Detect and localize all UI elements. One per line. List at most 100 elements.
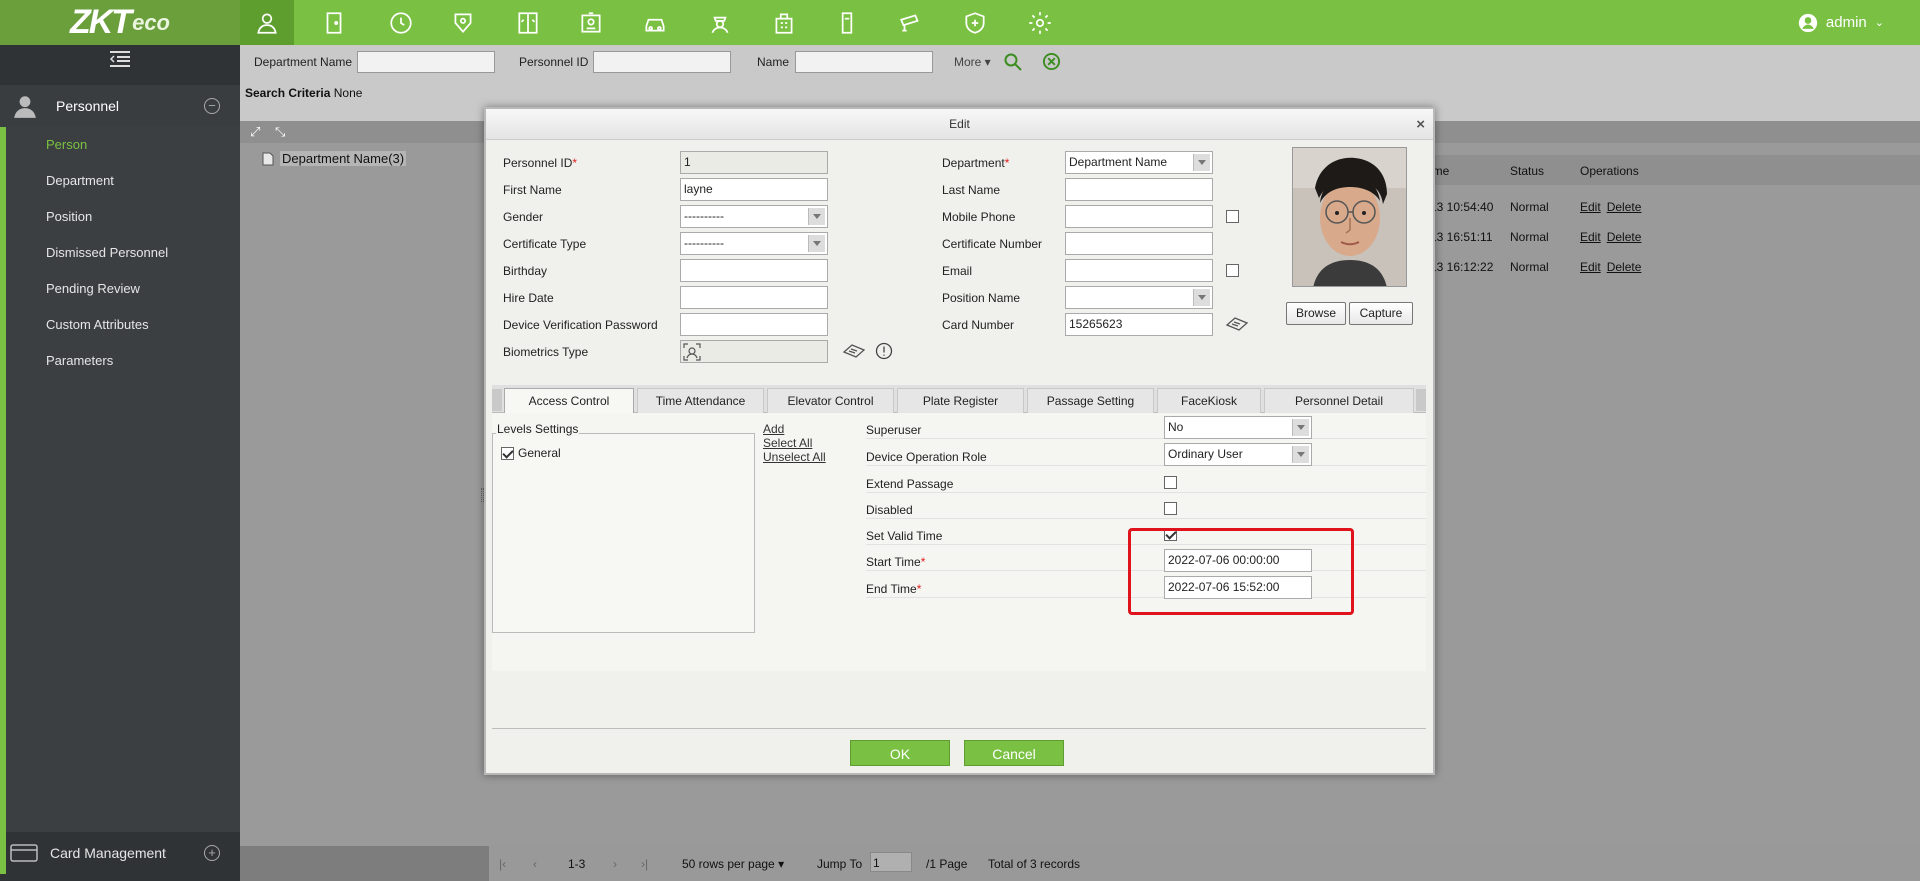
fingerprint-reader-icon[interactable] [842, 342, 866, 360]
position-name-select[interactable] [1065, 286, 1213, 309]
expand-plus-icon[interactable]: + [204, 845, 220, 861]
delete-link[interactable]: Delete [1607, 200, 1642, 214]
delete-link[interactable]: Delete [1607, 260, 1642, 274]
department-name-search-input[interactable] [357, 51, 495, 73]
search-icon[interactable] [1003, 52, 1023, 72]
capture-button[interactable]: Capture [1349, 302, 1413, 325]
certificate-number-field[interactable] [1065, 232, 1213, 255]
sidebar-module-personnel[interactable]: Personnel − [0, 85, 240, 127]
unselect-all-link[interactable]: Unselect All [763, 450, 826, 464]
tab-scroll-left-icon[interactable] [492, 389, 502, 411]
last-page-icon[interactable]: ›| [641, 857, 648, 871]
sidebar-item-person[interactable]: Person [6, 127, 240, 163]
edit-link[interactable]: Edit [1580, 260, 1601, 274]
menu-collapse-icon[interactable] [0, 45, 240, 73]
prev-page-icon[interactable]: ‹ [533, 857, 537, 871]
access-level-icon[interactable] [436, 0, 490, 45]
sidebar-item-position[interactable]: Position [6, 199, 240, 235]
tab-plate-register[interactable]: Plate Register [897, 388, 1024, 413]
user-menu[interactable]: admin ⌄ [1798, 0, 1884, 45]
person-icon [14, 96, 36, 118]
splitter-handle[interactable] [481, 488, 484, 502]
car-icon[interactable] [628, 0, 682, 45]
cancel-button[interactable]: Cancel [964, 740, 1064, 766]
personnel-id-field[interactable]: 1 [680, 151, 828, 174]
first-page-icon[interactable]: |‹ [499, 857, 506, 871]
select-all-link[interactable]: Select All [763, 436, 812, 450]
edit-link[interactable]: Edit [1580, 200, 1601, 214]
collapse-minus-icon[interactable]: − [204, 98, 220, 114]
last-name-field[interactable] [1065, 178, 1213, 201]
tab-personnel-detail[interactable]: Personnel Detail [1264, 388, 1414, 413]
superuser-select[interactable]: No [1164, 416, 1312, 439]
clock-icon[interactable] [374, 0, 428, 45]
more-dropdown[interactable]: More ▾ [954, 55, 991, 69]
page-number-input[interactable]: 1 [870, 852, 912, 872]
sidebar-item-dismissed-personnel[interactable]: Dismissed Personnel [6, 235, 240, 271]
personnel-id-search-input[interactable] [593, 51, 731, 73]
name-search-input[interactable] [795, 51, 933, 73]
personnel-id-label: Personnel ID [519, 55, 589, 69]
device-password-field[interactable] [680, 313, 828, 336]
personnel-module-icon[interactable] [240, 0, 294, 45]
door-icon[interactable] [307, 0, 361, 45]
elevator-icon[interactable] [501, 0, 555, 45]
card-reader-icon[interactable] [1225, 315, 1249, 333]
info-icon[interactable] [875, 342, 893, 360]
tab-elevator-control[interactable]: Elevator Control [767, 388, 894, 413]
building-icon[interactable] [757, 0, 811, 45]
certificate-type-label: Certificate Type [503, 237, 587, 251]
add-level-link[interactable]: Add [763, 422, 784, 436]
rows-per-page-select[interactable]: 50 rows per page ▾ [682, 857, 784, 871]
department-tree: Department Name(3) [240, 143, 484, 846]
delete-link[interactable]: Delete [1607, 230, 1642, 244]
first-name-field[interactable]: layne [680, 178, 828, 201]
certificate-type-select[interactable]: ---------- [680, 232, 828, 255]
tree-node-department[interactable]: Department Name(3) [262, 151, 407, 166]
levels-settings-box: General [492, 433, 755, 633]
gender-select[interactable]: ---------- [680, 205, 828, 228]
level-general-checkbox[interactable] [501, 447, 514, 460]
clear-search-icon[interactable] [1042, 52, 1061, 71]
shield-icon[interactable] [948, 0, 1002, 45]
mobile-phone-label: Mobile Phone [942, 210, 1016, 224]
mobile-phone-checkbox[interactable] [1226, 210, 1239, 223]
disabled-checkbox[interactable] [1164, 502, 1177, 515]
tab-scroll-right-icon[interactable] [1416, 389, 1426, 411]
gear-icon[interactable] [1013, 0, 1067, 45]
camera-icon[interactable] [884, 0, 938, 45]
tab-facekiosk[interactable]: FaceKiosk [1157, 388, 1261, 413]
close-icon[interactable]: × [1416, 109, 1425, 140]
badge-icon[interactable] [564, 0, 618, 45]
birthday-field[interactable] [680, 259, 828, 282]
email-field[interactable] [1065, 259, 1213, 282]
expand-all-icon[interactable]: ⤢ [250, 124, 260, 140]
position-name-label: Position Name [942, 291, 1021, 305]
ok-button[interactable]: OK [850, 740, 950, 766]
tab-access-control[interactable]: Access Control [504, 388, 634, 413]
sidebar-item-custom-attributes[interactable]: Custom Attributes [6, 307, 240, 343]
tab-passage-setting[interactable]: Passage Setting [1027, 388, 1154, 413]
mobile-phone-field[interactable] [1065, 205, 1213, 228]
collapse-all-icon[interactable]: ⤡ [275, 124, 285, 140]
tab-time-attendance[interactable]: Time Attendance [637, 388, 764, 413]
guard-icon[interactable] [693, 0, 747, 45]
user-avatar-icon [1798, 13, 1818, 32]
turnstile-icon[interactable] [820, 0, 874, 45]
edit-link[interactable]: Edit [1580, 230, 1601, 244]
superuser-label: Superuser [866, 423, 922, 437]
browse-button[interactable]: Browse [1286, 302, 1346, 325]
device-role-select[interactable]: Ordinary User [1164, 443, 1312, 466]
email-checkbox[interactable] [1226, 264, 1239, 277]
sidebar-module-card-management[interactable]: Card Management + [0, 832, 240, 874]
total-records: Total of 3 records [988, 857, 1081, 871]
sidebar-item-pending-review[interactable]: Pending Review [6, 271, 240, 307]
extend-passage-row: Extend Passage [866, 467, 1426, 493]
sidebar-item-department[interactable]: Department [6, 163, 240, 199]
extend-passage-checkbox[interactable] [1164, 476, 1177, 489]
next-page-icon[interactable]: › [613, 857, 617, 871]
hire-date-field[interactable] [680, 286, 828, 309]
card-number-field[interactable]: 15265623 [1065, 313, 1213, 336]
department-select[interactable]: Department Name [1065, 151, 1213, 174]
sidebar-item-parameters[interactable]: Parameters [6, 343, 240, 379]
